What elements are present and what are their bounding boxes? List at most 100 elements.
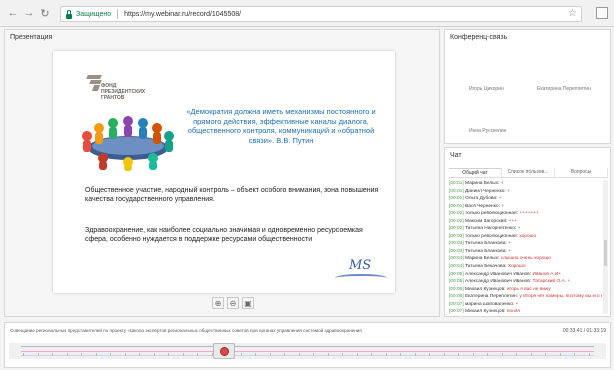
- timeline-tick: [487, 353, 488, 356]
- timeline-tick: [559, 353, 561, 356]
- chat-message-time: [00:01]: [449, 181, 464, 186]
- reload-icon[interactable]: ↻: [38, 5, 52, 21]
- lock-icon: [65, 9, 73, 19]
- chat-message-name: Татьяна Нагорнятенко:: [465, 226, 517, 232]
- timeline-line-chat: [21, 351, 594, 352]
- participant-tile[interactable]: Инна Русскелин: [469, 128, 506, 134]
- slide-quote: «Демократия должна иметь механизмы посто…: [186, 107, 376, 145]
- timeline-tick: [501, 353, 503, 356]
- chat-message: [00:02] Максим Загорский: +++: [449, 218, 602, 226]
- presentation-slide: ФОНД ПРЕЗИДЕНТСКИХ ГРАНТОВ «Демократия д…: [53, 51, 395, 293]
- chat-message: [00:05] Александр Иванович Иванов: Татар…: [449, 278, 602, 286]
- timeline-tick: [443, 353, 445, 356]
- timeline-tick: [284, 353, 285, 356]
- fund-logo-text: ФОНД ПРЕЗИДЕНТСКИХ ГРАНТОВ: [101, 83, 146, 101]
- recording-time: 00:33:41 / 01:33:19: [562, 328, 606, 334]
- chat-message-name: Екатерина Переплетин:: [465, 294, 519, 300]
- star-icon[interactable]: ☆: [568, 8, 577, 19]
- chat-message: [00:04] Марина Белых: слышно очень хорош…: [449, 255, 602, 263]
- timeline-line-bottom: [21, 355, 594, 356]
- ms-watermark-logo: MS: [335, 256, 387, 286]
- chat-message-text: +: [500, 181, 504, 186]
- participant-tile[interactable]: Екатерина Переплетин: [537, 86, 591, 92]
- chat-scroll-thumb[interactable]: [604, 240, 607, 266]
- chat-message-name: Татьяна Бланкова:: [465, 248, 507, 254]
- participant-tile[interactable]: Игорь Цикорин: [469, 86, 504, 92]
- zoom-in-icon[interactable]: ⊕: [212, 297, 224, 309]
- zoom-out-icon[interactable]: ⊖: [227, 297, 239, 309]
- record-dot-icon: [219, 347, 229, 356]
- presentation-title: Презентация: [10, 34, 53, 41]
- timeline-line-top: [21, 346, 594, 347]
- chat-message-name: только революционная:: [465, 211, 518, 217]
- chat-message-text: +: [508, 241, 511, 247]
- chat-message-name: Александр Иванович Иванов:: [465, 279, 532, 285]
- chat-panel: Чат Общий чат Список пользов... Вопросы …: [444, 147, 611, 317]
- timeline-tick: [153, 353, 155, 356]
- address-bar[interactable]: Защищено https://my.webinar.ru/record/10…: [60, 6, 582, 22]
- chat-message: [00:03] только революционная: хорошо: [449, 233, 602, 241]
- chat-message: [00:03] Татьяна Бланкова: +: [449, 240, 602, 248]
- chat-message-time: [00:06]: [449, 286, 464, 292]
- timeline-tick: [588, 353, 590, 356]
- timeline-tick: [182, 353, 184, 356]
- chat-message-text: +: [515, 301, 519, 307]
- tab-questions[interactable]: Вопросы: [555, 168, 608, 177]
- timeline-tick: [545, 353, 546, 356]
- chat-message-text: +: [517, 226, 521, 232]
- timeline-tick: [414, 353, 416, 356]
- timeline-tick: [110, 353, 111, 356]
- chat-tabs: Общий чат Список пользов... Вопросы: [449, 168, 608, 178]
- chat-message-text: Хорошо: [507, 264, 526, 270]
- chat-title: Чат: [450, 152, 462, 159]
- timeline-playhead[interactable]: [212, 343, 235, 359]
- chat-message-name: марина шаповаленко:: [465, 301, 515, 307]
- back-icon[interactable]: ←: [6, 5, 20, 21]
- chat-message-text: Татарский О.А. +: [532, 279, 571, 285]
- timeline-tick: [429, 353, 430, 356]
- chat-message-name: Вася Черненко:: [465, 203, 500, 209]
- chat-message-name: только революционная:: [465, 233, 518, 239]
- chat-message-text: понял: [506, 309, 521, 315]
- chat-message-name: Марина Белых:: [465, 181, 500, 186]
- ms-watermark-text: MS: [349, 258, 372, 273]
- chat-message: [00:06] Екатерина Переплетин: у Игоря не…: [449, 293, 602, 301]
- chat-message: [00:01] Даниил Черненко: +: [449, 188, 602, 196]
- conference-panel: Конференц-связь Игорь Цикорин Екатерина …: [444, 29, 611, 144]
- timeline-tick: [400, 353, 401, 356]
- timeline-tick: [516, 353, 517, 356]
- chat-message-text: +++++++: [519, 211, 539, 217]
- timeline-tick: [269, 353, 271, 356]
- chat-message-time: [00:04]: [449, 264, 464, 270]
- timeline-tick: [81, 353, 82, 356]
- chat-message-text: +: [508, 248, 511, 254]
- chat-message: [00:01] Ольга Дубова: +: [449, 195, 602, 203]
- timeline-tick: [52, 353, 53, 356]
- chat-message-name: Михаил Кузнецов:: [465, 286, 506, 292]
- timeline-tick: [313, 353, 314, 356]
- chat-message: [00:07] марина шаповаленко: +: [449, 301, 602, 309]
- tab-general-chat[interactable]: Общий чат: [449, 168, 502, 177]
- menu-icon[interactable]: [596, 7, 608, 19]
- timeline-tick: [327, 353, 329, 356]
- chat-scrollbar[interactable]: [603, 180, 608, 314]
- timeline-tick: [342, 353, 343, 356]
- chat-message: [00:02] только революционная: +++++++: [449, 210, 602, 218]
- forward-icon[interactable]: →: [22, 5, 36, 21]
- address-divider: [117, 9, 119, 19]
- tab-user-list[interactable]: Список пользов...: [502, 168, 555, 177]
- timeline-tick: [458, 353, 459, 356]
- url-text[interactable]: https://my.webinar.ru/record/1045508/: [124, 11, 241, 18]
- timeline-track[interactable]: [9, 343, 606, 359]
- chat-message: [00:04] Татьяна Бекачова: Хорошо: [449, 263, 602, 271]
- chat-message-time: [00:06]: [449, 294, 464, 300]
- chat-message-text: +++: [508, 218, 518, 224]
- slide-paragraph-2: Здравоохранение, как наиболее социально …: [85, 227, 363, 243]
- slide-paragraph-1: Общественное участие, народный контроль …: [85, 187, 379, 203]
- timeline-tick: [356, 353, 358, 356]
- chat-message-text: у Игоря нет камеры, поэтому вы его не ви…: [519, 294, 602, 300]
- chat-message-text: +: [501, 203, 505, 209]
- chat-message: [00:07] Михаил Кузнецов: понял: [449, 308, 602, 316]
- save-icon[interactable]: ▣: [242, 297, 254, 309]
- recording-timeline: Совещание региональных представителей по…: [4, 322, 611, 368]
